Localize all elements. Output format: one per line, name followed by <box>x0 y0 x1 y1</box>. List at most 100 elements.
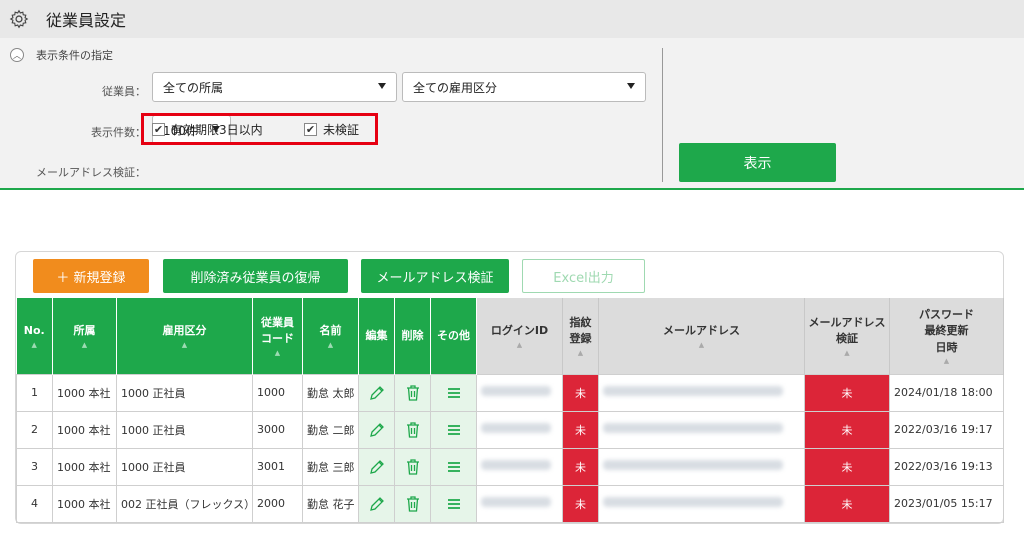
col-header-emp-type[interactable]: 雇用区分 ▲ <box>116 298 253 374</box>
cell-delete[interactable] <box>394 484 431 523</box>
col-header-emp-code[interactable]: 従業員 コード ▲ <box>252 298 303 374</box>
col-header-email[interactable]: メールアドレス ▲ <box>598 298 805 374</box>
table-row: 4 1000 本社 002 正社員（フレックス） 2000 勤怠 花子 未 未 … <box>16 484 1004 523</box>
cell-delete[interactable] <box>394 410 431 449</box>
menu-icon <box>447 424 460 435</box>
cell-no: 1 <box>16 373 53 412</box>
cell-no: 3 <box>16 447 53 486</box>
checkbox-checked-icon: ✔ <box>304 123 317 136</box>
col-header-fingerprint[interactable]: 指紋 登録 ▲ <box>562 298 599 374</box>
filter-section-label: 表示条件の指定 <box>36 49 113 62</box>
cell-no: 4 <box>16 484 53 523</box>
sort-icon: ▲ <box>577 348 584 357</box>
trash-icon <box>406 458 419 475</box>
sort-icon: ▲ <box>31 340 37 349</box>
cell-emp-type: 1000 正社員 <box>116 447 253 486</box>
table-row: 3 1000 本社 1000 正社員 3001 勤怠 三郎 未 未 2022/0… <box>16 447 1004 486</box>
col-header-name[interactable]: 名前 ▲ <box>302 298 359 374</box>
cell-name: 勤怠 太郎 <box>302 373 359 412</box>
cell-emp-type: 1000 正社員 <box>116 373 253 412</box>
cell-email <box>598 447 805 486</box>
sort-icon: ▲ <box>844 348 850 357</box>
department-select[interactable]: 全ての所属 <box>152 72 397 102</box>
pencil-icon <box>369 496 384 511</box>
cell-no: 2 <box>16 410 53 449</box>
cell-edit[interactable] <box>358 447 395 486</box>
col-header-password-updated[interactable]: パスワード 最終更新 日時 ▲ <box>889 298 1004 374</box>
cell-email <box>598 373 805 412</box>
cell-dept: 1000 本社 <box>52 447 117 486</box>
cell-name: 勤怠 二郎 <box>302 410 359 449</box>
cell-login-id <box>476 410 563 449</box>
cell-login-id <box>476 373 563 412</box>
menu-icon <box>447 387 460 398</box>
department-select-value: 全ての所属 <box>163 80 224 95</box>
cell-login-id <box>476 447 563 486</box>
new-register-button[interactable]: ＋ 新規登録 <box>33 259 149 293</box>
cell-delete[interactable] <box>394 373 431 412</box>
cell-dept: 1000 本社 <box>52 484 117 523</box>
cell-name: 勤怠 三郎 <box>302 447 359 486</box>
checkbox-unverified[interactable]: ✔ 未検証 <box>304 121 359 138</box>
filter-section-toggle[interactable]: ︿ 表示条件の指定 <box>10 47 113 63</box>
checkbox-checked-icon: ✔ <box>152 123 165 136</box>
col-header-login[interactable]: ログインID ▲ <box>476 298 563 374</box>
cell-login-id <box>476 484 563 523</box>
employment-type-select-value: 全ての雇用区分 <box>413 80 498 95</box>
cell-email <box>598 484 805 523</box>
cell-emp-code: 3000 <box>252 410 303 449</box>
cell-password-updated: 2024/01/18 18:00 <box>889 373 1004 412</box>
cell-dept: 1000 本社 <box>52 373 117 412</box>
employment-type-select[interactable]: 全ての雇用区分 <box>402 72 646 102</box>
sort-icon: ▲ <box>81 340 88 349</box>
excel-export-button[interactable]: Excel出力 <box>522 259 645 293</box>
display-count-label: 表示件数： <box>91 126 146 139</box>
title-bar: 従業員設定 <box>0 0 1024 38</box>
col-header-email-verify[interactable]: メールアドレス 検証 ▲ <box>804 298 890 374</box>
cell-other[interactable] <box>430 484 477 523</box>
checkbox-unverified-label: 未検証 <box>323 123 360 137</box>
show-button[interactable]: 表示 <box>679 143 836 182</box>
sort-icon: ▲ <box>943 357 950 365</box>
trash-icon <box>406 421 419 438</box>
cell-delete[interactable] <box>394 447 431 486</box>
cell-emp-type: 002 正社員（フレックス） <box>116 484 253 523</box>
restore-deleted-button[interactable]: 削除済み従業員の復帰 <box>163 259 348 293</box>
email-verify-label: メールアドレス検証： <box>36 166 146 179</box>
cell-other[interactable] <box>430 447 477 486</box>
cell-name: 勤怠 花子 <box>302 484 359 523</box>
cell-other[interactable] <box>430 373 477 412</box>
cell-emp-code: 2000 <box>252 484 303 523</box>
table-header-row: No. ▲ 所属 ▲ 雇用区分 ▲ 従業員 コード ▲ 名前 ▲ 編集 削除 その他 ログイ… <box>16 298 1004 374</box>
sort-icon: ▲ <box>327 340 334 349</box>
cell-edit[interactable] <box>358 410 395 449</box>
checkbox-expiry[interactable]: ✔ 有効期限3日以内 <box>152 121 263 138</box>
pencil-icon <box>369 422 384 437</box>
panel-divider <box>662 48 663 182</box>
trash-icon <box>406 384 419 401</box>
cell-email-verify: 未 <box>804 484 890 523</box>
dropdown-arrow-icon <box>627 83 635 89</box>
sort-icon: ▲ <box>516 340 523 349</box>
gear-icon <box>9 9 29 29</box>
cell-password-updated: 2022/03/16 19:13 <box>889 447 1004 486</box>
cell-email <box>598 410 805 449</box>
cell-fingerprint: 未 <box>562 373 599 412</box>
cell-email-verify: 未 <box>804 447 890 486</box>
dropdown-arrow-icon <box>378 83 386 89</box>
col-header-other: その他 <box>430 298 477 374</box>
cell-fingerprint: 未 <box>562 484 599 523</box>
cell-emp-code: 3001 <box>252 447 303 486</box>
email-verify-button[interactable]: メールアドレス検証 <box>361 259 509 293</box>
checkbox-expiry-label: 有効期限3日以内 <box>171 123 263 137</box>
pencil-icon <box>369 385 384 400</box>
chevron-up-icon: ︿ <box>10 48 24 62</box>
col-header-no[interactable]: No. ▲ <box>16 298 53 374</box>
cell-other[interactable] <box>430 410 477 449</box>
cell-edit[interactable] <box>358 484 395 523</box>
col-header-edit: 編集 <box>358 298 395 374</box>
cell-edit[interactable] <box>358 373 395 412</box>
menu-icon <box>447 461 460 472</box>
col-header-dept[interactable]: 所属 ▲ <box>52 298 117 374</box>
menu-icon <box>447 498 460 509</box>
